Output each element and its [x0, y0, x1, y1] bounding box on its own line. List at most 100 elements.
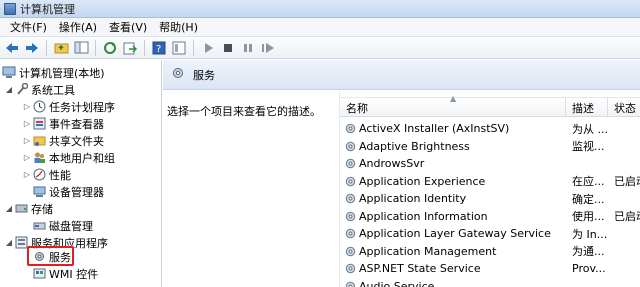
pane-title: 服务	[193, 68, 215, 82]
services-gear-icon	[171, 66, 185, 83]
service-row[interactable]: ActiveX Installer (AxInstSV) 为从 ...	[340, 120, 640, 137]
tree-label: 磁盘管理	[49, 219, 93, 233]
tree-item-disk-management[interactable]: 磁盘管理	[22, 217, 93, 234]
collapse-arrow-icon[interactable]: ◢	[4, 204, 14, 213]
service-row[interactable]: Adaptive Brightness 监视...	[340, 138, 640, 155]
back-arrow-icon	[6, 42, 18, 53]
menu-action[interactable]: 操作(A)	[53, 18, 103, 36]
column-header-status[interactable]: 状态	[608, 98, 640, 117]
service-name: ASP.NET State Service	[359, 262, 481, 275]
svg-text:?: ?	[156, 44, 161, 55]
service-gear-icon	[344, 192, 357, 205]
pause-icon	[244, 43, 252, 52]
service-gear-icon	[344, 280, 357, 287]
service-row[interactable]: Application Information 使用... 已启动	[340, 208, 640, 225]
service-gear-icon	[344, 245, 357, 258]
service-description: 确定...	[572, 192, 605, 206]
computer-management-icon	[2, 66, 16, 80]
menu-help[interactable]: 帮助(H)	[153, 18, 204, 36]
service-name: Application Information	[359, 209, 488, 223]
service-row[interactable]: Application Identity 确定...	[340, 190, 640, 207]
tree-item-root[interactable]: 计算机管理(本地)	[2, 64, 105, 81]
tree-label: 本地用户和组	[49, 151, 115, 165]
tree-item-event-viewer[interactable]: ▷ 事件查看器	[22, 115, 104, 132]
back-button[interactable]	[3, 39, 21, 57]
selection-highlight-box	[27, 246, 74, 266]
column-label: 名称	[346, 101, 368, 115]
column-label: 状态	[614, 101, 636, 115]
tree-label: WMI 控件	[49, 267, 99, 281]
expand-arrow-icon[interactable]: ▷	[22, 170, 32, 179]
tree-label: 任务计划程序	[49, 100, 115, 114]
tree-item-system-tools[interactable]: ◢ 系统工具	[4, 81, 75, 98]
properties-button[interactable]	[170, 39, 188, 57]
export-list-button[interactable]	[121, 39, 139, 57]
column-label: 描述	[572, 101, 594, 115]
folder-up-icon	[54, 43, 68, 54]
help-button[interactable]: ?	[150, 39, 168, 57]
tree-item-performance[interactable]: ▷ 性能	[22, 166, 71, 183]
tree-item-shared-folders[interactable]: ▷ 共享文件夹	[22, 132, 104, 149]
service-description: 在应...	[572, 175, 605, 188]
expand-arrow-icon[interactable]: ▷	[22, 136, 32, 145]
service-row[interactable]: Application Experience 在应... 已启动	[340, 173, 640, 190]
column-header-name[interactable]: 名称	[340, 98, 566, 117]
tree-item-storage[interactable]: ◢ 存储	[4, 200, 53, 217]
service-gear-icon	[344, 140, 357, 153]
service-description: 监视...	[572, 140, 605, 153]
service-description: 为 In...	[572, 227, 608, 241]
refresh-button[interactable]	[101, 39, 119, 57]
service-gear-icon	[344, 175, 357, 188]
export-icon	[123, 42, 137, 54]
column-header-description[interactable]: 描述	[566, 98, 608, 117]
shared-folder-icon	[32, 134, 46, 148]
tree-label: 存储	[31, 202, 53, 216]
service-name: AndrowsSvr	[359, 157, 425, 170]
restart-service-button[interactable]	[259, 39, 277, 57]
tree-item-device-manager[interactable]: 设备管理器	[22, 183, 104, 200]
service-row[interactable]: Application Management 为通...	[340, 243, 640, 260]
service-gear-icon	[344, 262, 357, 275]
up-folder-button[interactable]	[52, 39, 70, 57]
service-name: Application Identity	[359, 192, 467, 205]
window-title: 计算机管理	[20, 2, 75, 16]
menu-file[interactable]: 文件(F)	[4, 18, 53, 36]
service-row[interactable]: Audio Service	[340, 278, 640, 287]
help-icon: ?	[152, 41, 166, 55]
service-row[interactable]: ASP.NET State Service Prov...	[340, 260, 640, 277]
service-name: Audio Service	[359, 279, 435, 287]
stop-service-button[interactable]	[219, 39, 237, 57]
toolbar-separator	[193, 39, 194, 56]
console-tree-icon	[74, 41, 88, 54]
expand-arrow-icon[interactable]: ▷	[22, 153, 32, 162]
services-header: 服务	[163, 60, 640, 90]
show-hide-tree-button[interactable]	[72, 39, 90, 57]
forward-arrow-icon	[26, 42, 38, 53]
tree-item-wmi[interactable]: WMI 控件	[22, 265, 98, 282]
tree-label: 计算机管理(本地)	[19, 66, 105, 80]
wmi-icon	[32, 267, 46, 281]
collapse-arrow-icon[interactable]: ◢	[4, 85, 14, 94]
collapse-arrow-icon[interactable]: ◢	[4, 238, 14, 247]
tools-icon	[14, 83, 28, 97]
service-description: Prov...	[572, 262, 606, 275]
title-bar: 计算机管理	[0, 0, 640, 18]
toolbar: ?	[0, 37, 640, 59]
tree-item-local-users[interactable]: ▷ 本地用户和组	[22, 149, 115, 166]
tree-label: 共享文件夹	[49, 134, 104, 148]
description-panel: 选择一个项目来查看它的描述。	[163, 91, 336, 287]
tree-item-task-scheduler[interactable]: ▷ 任务计划程序	[22, 98, 115, 115]
forward-button[interactable]	[23, 39, 41, 57]
menu-view[interactable]: 查看(V)	[103, 18, 153, 36]
services-list: ▲ 名称 描述 状态 ActiveX Installer (AxInstSV) 为…	[339, 91, 640, 287]
expand-arrow-icon[interactable]: ▷	[22, 102, 32, 111]
tree-label: 事件查看器	[49, 117, 104, 131]
service-status: 已启动	[614, 210, 640, 223]
service-row[interactable]: AndrowsSvr	[340, 155, 640, 172]
start-service-button[interactable]	[199, 39, 217, 57]
expand-arrow-icon[interactable]: ▷	[22, 119, 32, 128]
service-row[interactable]: Application Layer Gateway Service 为 In...	[340, 225, 640, 242]
pause-service-button[interactable]	[239, 39, 257, 57]
performance-icon	[32, 168, 46, 182]
toolbar-separator	[46, 39, 47, 56]
